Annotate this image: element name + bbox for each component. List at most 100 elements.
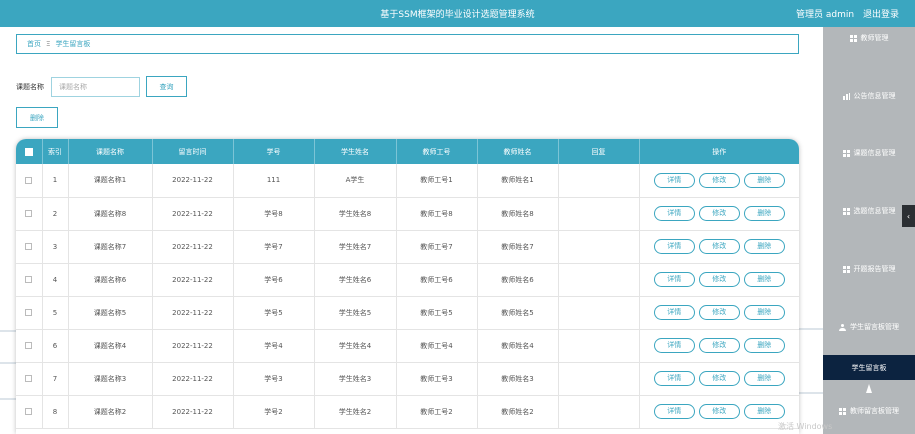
edit-button[interactable]: 修改 bbox=[698, 272, 740, 287]
sidebar: 教师管理 公告信息管理 课题信息管理 选题信息管理 开题报告管理 学生留言板管理… bbox=[823, 27, 915, 434]
edit-button[interactable]: 修改 bbox=[698, 239, 740, 254]
sidebar-item-notice-mgmt[interactable]: 公告信息管理 bbox=[823, 81, 915, 111]
table-row: 3 课题名称7 2022-11-22 学号7 学生姓名7 教师工号7 教师姓名7 详情 修改 删除 bbox=[16, 230, 799, 264]
cell-time: 2022-11-22 bbox=[152, 230, 234, 264]
table-row: 1 课题名称1 2022-11-22 111 A学生 教师工号1 教师姓名1 详情 修改 删除 bbox=[16, 164, 799, 198]
cell-reply bbox=[558, 263, 640, 297]
cell-sid: 学号6 bbox=[233, 263, 315, 297]
delete-button[interactable]: 删除 bbox=[743, 272, 785, 287]
column-header: 留言时间 bbox=[152, 139, 234, 164]
sidebar-item-label: 教师留言板管理 bbox=[850, 407, 899, 415]
cell-time: 2022-11-22 bbox=[152, 296, 234, 330]
cell-actions: 详情 修改 删除 bbox=[639, 329, 799, 363]
cell-sname: 学生姓名4 bbox=[314, 329, 397, 363]
cell-topic: 课题名称1 bbox=[68, 164, 153, 198]
cell-tid: 教师工号8 bbox=[396, 197, 478, 231]
site-title: 基于SSM框架的毕业设计选题管理系统 bbox=[380, 10, 535, 20]
row-checkbox[interactable] bbox=[16, 164, 43, 198]
sidebar-item-label: 学生留言板管理 bbox=[850, 323, 899, 331]
detail-button[interactable]: 详情 bbox=[653, 305, 695, 320]
cell-actions: 详情 修改 删除 bbox=[639, 197, 799, 231]
column-header: 操作 bbox=[639, 139, 799, 164]
decor-line bbox=[0, 330, 16, 332]
detail-button[interactable]: 详情 bbox=[653, 404, 695, 419]
delete-button[interactable]: 删除 bbox=[743, 404, 785, 419]
cell-sid: 学号8 bbox=[233, 197, 315, 231]
sidebar-item-student-board[interactable]: 学生留言板 bbox=[823, 355, 915, 380]
cell-sname: A学生 bbox=[314, 164, 397, 198]
sidebar-item-label: 开题报告管理 bbox=[853, 265, 896, 273]
cell-tname: 教师姓名3 bbox=[477, 362, 559, 396]
row-checkbox[interactable] bbox=[16, 197, 43, 231]
row-checkbox[interactable] bbox=[16, 395, 43, 429]
edit-button[interactable]: 修改 bbox=[698, 338, 740, 353]
cell-reply bbox=[558, 362, 640, 396]
delete-button[interactable]: 删除 bbox=[743, 305, 785, 320]
row-checkbox[interactable] bbox=[16, 263, 43, 297]
table-row: 5 课题名称5 2022-11-22 学号5 学生姓名5 教师工号5 教师姓名5 详情 修改 删除 bbox=[16, 296, 799, 330]
cell-sid: 学号4 bbox=[233, 329, 315, 363]
row-checkbox[interactable] bbox=[16, 230, 43, 264]
column-header: 教师工号 bbox=[396, 139, 478, 164]
cell-sid: 学号7 bbox=[233, 230, 315, 264]
logout-link[interactable]: 退出登录 bbox=[863, 10, 899, 20]
edit-button[interactable]: 修改 bbox=[698, 305, 740, 320]
delete-button[interactable]: 删除 bbox=[743, 206, 785, 221]
cell-topic: 课题名称2 bbox=[68, 395, 153, 429]
decor-line bbox=[0, 398, 16, 400]
detail-button[interactable]: 详情 bbox=[653, 371, 695, 386]
decor-line bbox=[799, 328, 823, 330]
grid-icon bbox=[842, 207, 850, 215]
sidebar-item-proposal-mgmt[interactable]: 开题报告管理 bbox=[823, 254, 915, 284]
breadcrumb: 首页 Ξ 学生留言板 bbox=[16, 34, 799, 54]
table-row: 2 课题名称8 2022-11-22 学号8 学生姓名8 教师工号8 教师姓名8 详情 修改 删除 bbox=[16, 197, 799, 231]
search-input[interactable] bbox=[51, 77, 140, 97]
delete-button[interactable]: 删除 bbox=[743, 371, 785, 386]
cell-tid: 教师工号5 bbox=[396, 296, 478, 330]
edit-button[interactable]: 修改 bbox=[698, 206, 740, 221]
edit-button[interactable]: 修改 bbox=[698, 404, 740, 419]
grid-icon bbox=[842, 149, 850, 157]
cell-tid: 教师工号7 bbox=[396, 230, 478, 264]
search-button[interactable]: 查询 bbox=[146, 76, 187, 97]
edit-button[interactable]: 修改 bbox=[698, 371, 740, 386]
delete-button[interactable]: 删除 bbox=[743, 338, 785, 353]
grid-icon bbox=[849, 34, 857, 42]
sidebar-item-student-board-mgmt[interactable]: 学生留言板管理 bbox=[823, 312, 915, 342]
sidebar-item-label: 教师管理 bbox=[860, 34, 889, 42]
sidebar-item-topic-mgmt[interactable]: 课题信息管理 bbox=[823, 138, 915, 168]
cell-actions: 详情 修改 删除 bbox=[639, 164, 799, 198]
cell-time: 2022-11-22 bbox=[152, 362, 234, 396]
user-area: 管理员 admin 退出登录 bbox=[790, 7, 899, 20]
column-header: 回复 bbox=[558, 139, 640, 164]
cell-tname: 教师姓名4 bbox=[477, 329, 559, 363]
cell-tname: 教师姓名7 bbox=[477, 230, 559, 264]
cell-topic: 课题名称6 bbox=[68, 263, 153, 297]
edit-button[interactable]: 修改 bbox=[698, 172, 740, 188]
row-checkbox[interactable] bbox=[16, 362, 43, 396]
detail-button[interactable]: 详情 bbox=[653, 172, 695, 188]
cell-sid: 学号5 bbox=[233, 296, 315, 330]
cell-index: 3 bbox=[42, 230, 69, 264]
user-label: 管理员 admin bbox=[796, 10, 855, 20]
detail-button[interactable]: 详情 bbox=[653, 338, 695, 353]
column-header: 教师姓名 bbox=[477, 139, 559, 164]
delete-button[interactable]: 删除 bbox=[743, 172, 785, 188]
sidebar-item-teacher-mgmt[interactable]: 教师管理 bbox=[823, 23, 915, 53]
sidebar-collapse-handle[interactable]: ‹ bbox=[902, 205, 915, 227]
top-bar: 基于SSM框架的毕业设计选题管理系统 管理员 admin 退出登录 bbox=[0, 0, 915, 27]
sidebar-item-teacher-board-mgmt[interactable]: 教师留言板管理 bbox=[823, 396, 915, 426]
breadcrumb-home[interactable]: 首页 bbox=[27, 39, 41, 49]
detail-button[interactable]: 详情 bbox=[653, 272, 695, 287]
user-icon bbox=[839, 323, 846, 331]
select-all-checkbox[interactable] bbox=[16, 139, 43, 164]
cell-time: 2022-11-22 bbox=[152, 164, 234, 198]
detail-button[interactable]: 详情 bbox=[653, 206, 695, 221]
table-row: 8 课题名称2 2022-11-22 学号2 学生姓名2 教师工号2 教师姓名2 详情 修改 删除 bbox=[16, 395, 799, 429]
cell-time: 2022-11-22 bbox=[152, 197, 234, 231]
detail-button[interactable]: 详情 bbox=[653, 239, 695, 254]
batch-delete-button[interactable]: 删除 bbox=[16, 107, 58, 128]
delete-button[interactable]: 删除 bbox=[743, 239, 785, 254]
row-checkbox[interactable] bbox=[16, 329, 43, 363]
row-checkbox[interactable] bbox=[16, 296, 43, 330]
